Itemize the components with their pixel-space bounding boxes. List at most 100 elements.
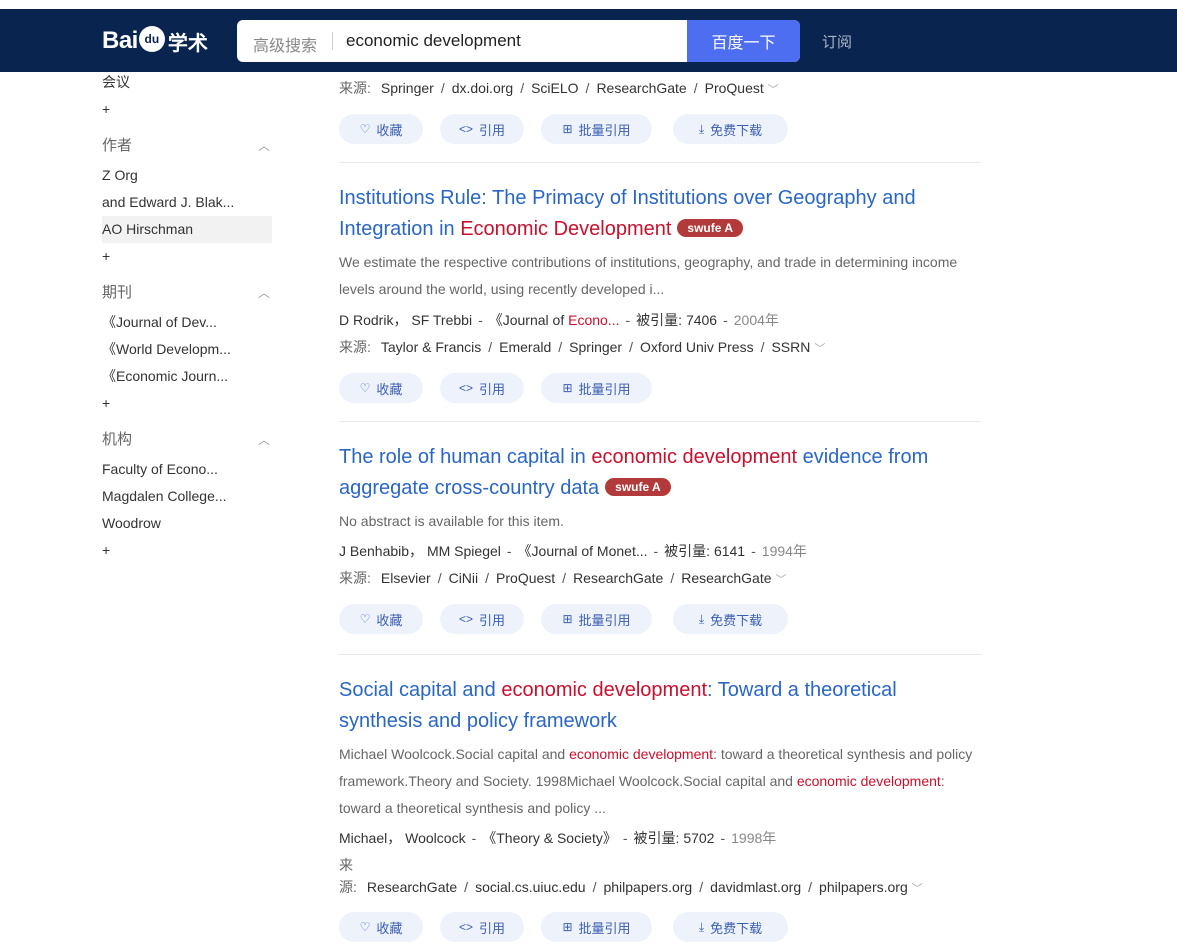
- source-link[interactable]: CiNii: [449, 570, 479, 586]
- advanced-search-link[interactable]: 高级搜索: [253, 32, 317, 56]
- result-meta: J Benhabib， MM Spiegel - 《Journal of Monet…: [339, 536, 981, 566]
- batch-cite-button[interactable]: ⊞ 批量引用: [541, 373, 652, 403]
- free-download-button[interactable]: ⤓ 免费下载: [673, 604, 788, 634]
- source-link[interactable]: philpapers.org: [819, 879, 908, 895]
- author-filter-item[interactable]: AO Hirschman: [102, 216, 272, 243]
- source-slash: /: [585, 80, 590, 96]
- cited-count[interactable]: 5702: [683, 830, 714, 846]
- favorite-button[interactable]: ♡ 收藏: [339, 373, 423, 403]
- author-link[interactable]: MM Spiegel: [427, 543, 501, 559]
- institution-filter-heading[interactable]: 机构 ︿: [102, 424, 272, 456]
- chevron-down-icon[interactable]: ﹀: [814, 343, 825, 355]
- expand-plus[interactable]: +: [102, 243, 272, 269]
- author-link[interactable]: Michael，: [339, 830, 401, 846]
- source-label: 来源:: [339, 80, 371, 96]
- journal-link[interactable]: 《Theory & Society》: [482, 830, 617, 846]
- chevron-up-icon[interactable]: ︿: [258, 424, 270, 456]
- source-link[interactable]: philpapers.org: [603, 879, 692, 895]
- source-link[interactable]: Oxford Univ Press: [640, 339, 754, 355]
- subscribe-link[interactable]: 订阅: [822, 31, 852, 52]
- source-link[interactable]: Elsevier: [381, 570, 431, 586]
- source-link[interactable]: Springer: [381, 80, 434, 96]
- author-link[interactable]: Woolcock: [405, 830, 465, 846]
- source-link[interactable]: Taylor & Francis: [381, 339, 481, 355]
- batch-cite-button[interactable]: ⊞ 批量引用: [541, 604, 652, 634]
- source-link[interactable]: Springer: [569, 339, 622, 355]
- author-filter-item[interactable]: and Edward J. Blak...: [102, 189, 272, 216]
- title-highlight: Economic Development: [460, 218, 672, 240]
- result-title-link[interactable]: Social capital and economic development:…: [339, 675, 981, 737]
- source-link[interactable]: dx.doi.org: [452, 80, 513, 96]
- chevron-up-icon[interactable]: ︿: [258, 277, 270, 309]
- favorite-button[interactable]: ♡ 收藏: [339, 604, 423, 634]
- abstract-text: Michael Woolcock.Social capital and: [339, 746, 570, 762]
- result-abstract: We estimate the respective contributions…: [339, 254, 958, 297]
- baidu-xueshu-logo[interactable]: Bai du 学术: [102, 23, 208, 59]
- institution-filter-item[interactable]: Woodrow: [102, 510, 272, 537]
- cite-label: 引用: [479, 381, 506, 397]
- search-separator: [332, 32, 333, 50]
- source-link[interactable]: davidmlast.org: [710, 879, 801, 895]
- title-highlight: economic development: [501, 679, 708, 701]
- journal-filter-item[interactable]: 《Journal of Dev...: [102, 309, 272, 336]
- free-download-label: 免费下载: [710, 920, 763, 936]
- batch-cite-button[interactable]: ⊞ 批量引用: [541, 912, 652, 942]
- chevron-down-icon[interactable]: ﹀: [776, 574, 787, 586]
- author-filter-heading[interactable]: 作者 ︿: [102, 130, 272, 162]
- heart-icon: ♡: [359, 920, 371, 934]
- result-meta: Michael， Woolcock - 《Theory & Society》 - 被引量…: [339, 823, 981, 853]
- source-link[interactable]: ResearchGate: [681, 570, 771, 586]
- chevron-down-icon[interactable]: ﹀: [768, 84, 779, 96]
- free-download-button[interactable]: ⤓ 免费下载: [673, 114, 788, 144]
- author-filter-item[interactable]: Z Org: [102, 162, 272, 189]
- favorite-button[interactable]: ♡ 收藏: [339, 912, 423, 942]
- journal-heading-label: 期刊: [102, 284, 133, 301]
- source-slash: /: [562, 570, 567, 586]
- source-link[interactable]: ResearchGate: [596, 80, 686, 96]
- source-link[interactable]: ResearchGate: [367, 879, 457, 895]
- source-link[interactable]: social.cs.uiuc.edu: [475, 879, 586, 895]
- expand-plus[interactable]: +: [102, 537, 272, 563]
- result-title-link[interactable]: Institutions Rule: The Primacy of Instit…: [339, 183, 981, 245]
- favorite-button[interactable]: ♡ 收藏: [339, 114, 423, 144]
- source-link[interactable]: ProQuest: [496, 570, 555, 586]
- cite-button[interactable]: <> 引用: [440, 114, 524, 144]
- institution-filter-item[interactable]: Faculty of Econo...: [102, 456, 272, 483]
- journal-filter-item[interactable]: 《World Developm...: [102, 336, 272, 363]
- meta-dash: -: [478, 312, 483, 328]
- author-link[interactable]: SF Trebbi: [411, 312, 472, 328]
- institution-filter-item[interactable]: Magdalen College...: [102, 483, 272, 510]
- source-link[interactable]: Emerald: [499, 339, 551, 355]
- journal-filter-heading[interactable]: 期刊 ︿: [102, 277, 272, 309]
- free-download-button[interactable]: ⤓ 免费下载: [673, 912, 788, 942]
- expand-plus[interactable]: +: [102, 390, 272, 416]
- search-button[interactable]: 百度一下: [687, 20, 800, 62]
- source-link[interactable]: SciELO: [531, 80, 578, 96]
- result-title-link[interactable]: The role of human capital in economic de…: [339, 442, 981, 504]
- chevron-down-icon[interactable]: ﹀: [912, 883, 923, 895]
- cite-button[interactable]: <> 引用: [440, 373, 524, 403]
- author-link[interactable]: J Benhabib，: [339, 543, 423, 559]
- cite-button[interactable]: <> 引用: [440, 604, 524, 634]
- download-icon: ⤓: [698, 611, 705, 626]
- filter-conference[interactable]: 会议: [102, 72, 272, 96]
- chevron-up-icon[interactable]: ︿: [258, 130, 270, 162]
- meta-dash: -: [622, 830, 628, 846]
- cite-label: 引用: [479, 612, 506, 628]
- source-link[interactable]: ResearchGate: [573, 570, 663, 586]
- cited-count[interactable]: 7406: [686, 312, 717, 328]
- journal-link[interactable]: 《Journal of Monet...: [518, 543, 648, 559]
- source-link[interactable]: ProQuest: [705, 80, 764, 96]
- result-divider: [339, 162, 981, 163]
- title-text: The role of human capital in: [339, 446, 592, 468]
- search-input[interactable]: [346, 31, 676, 51]
- source-link[interactable]: SSRN: [771, 339, 810, 355]
- journal-filter-item[interactable]: 《Economic Journ...: [102, 363, 272, 390]
- journal-highlight: Econo...: [568, 312, 620, 328]
- cited-count[interactable]: 6141: [714, 543, 745, 559]
- journal-link[interactable]: 《Journal of Econo...: [489, 312, 620, 328]
- cite-button[interactable]: <> 引用: [440, 912, 524, 942]
- author-link[interactable]: D Rodrik，: [339, 312, 407, 328]
- expand-plus[interactable]: +: [102, 96, 272, 122]
- batch-cite-button[interactable]: ⊞ 批量引用: [541, 114, 652, 144]
